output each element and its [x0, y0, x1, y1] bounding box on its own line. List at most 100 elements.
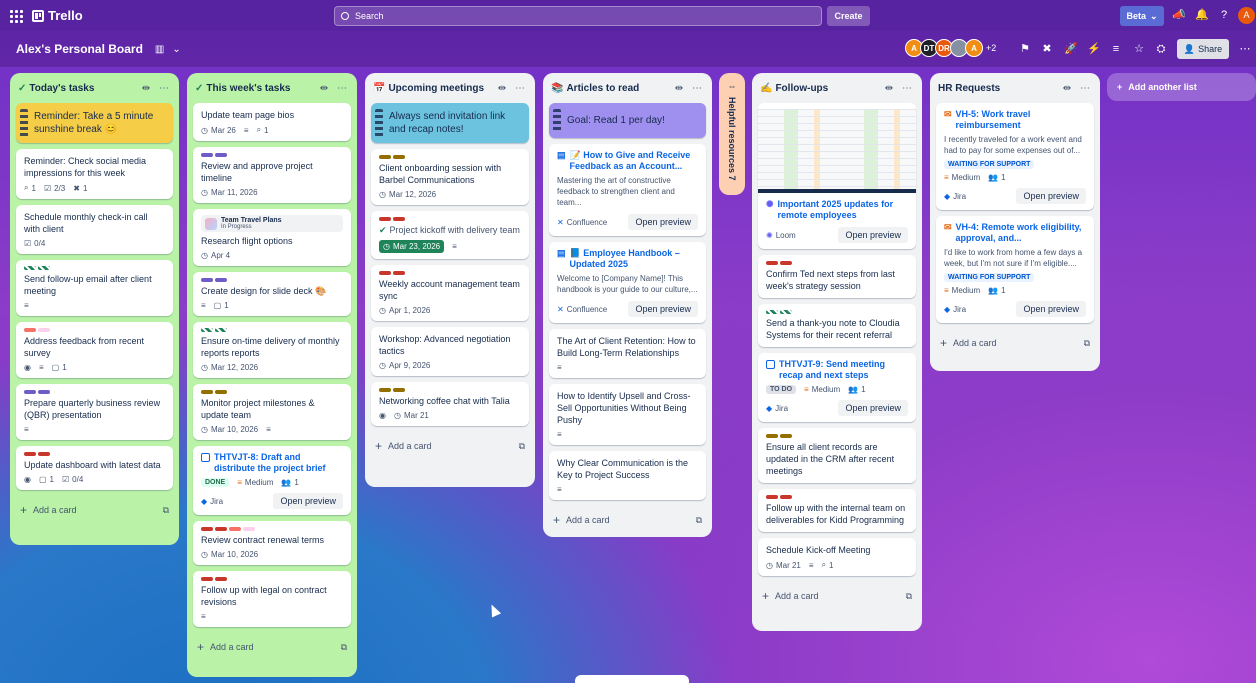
template-icon[interactable]: ⧉ [1084, 338, 1090, 349]
add-card-button[interactable]: + Add a card ⧉ [193, 633, 351, 661]
collapse-icon[interactable]: ⇹ [317, 83, 331, 94]
list-item[interactable]: How to Identify Upsell and Cross-Sell Op… [549, 384, 706, 445]
list-item[interactable]: THTVJT-8: Draft and distribute the proje… [193, 446, 351, 515]
add-card-button[interactable]: + Add a card ⧉ [549, 506, 706, 534]
list-item[interactable]: Create design for slide deck 🎨 ≡ ▢ 1 [193, 272, 351, 316]
help-icon[interactable]: ? [1217, 8, 1231, 22]
list-item[interactable]: Update dashboard with latest data ◉ ▢ 1 ☑ 0/… [16, 446, 173, 490]
add-list-button[interactable]: + Add another list [1107, 73, 1256, 101]
automation-icon[interactable]: ⚡ [1087, 42, 1101, 56]
list-item[interactable]: Always send invitation link and recap no… [371, 103, 529, 143]
template-icon[interactable]: ⧉ [163, 505, 169, 516]
open-preview-button[interactable]: Open preview [838, 227, 908, 243]
list-item[interactable]: Ensure all client records are updated in… [758, 428, 916, 483]
share-button[interactable]: 👤 Share [1177, 39, 1229, 59]
confluence-icon[interactable]: ✖ [1040, 42, 1054, 56]
expand-icon[interactable]: ⇔ [728, 81, 737, 91]
more-icon[interactable]: ⋯ [900, 83, 914, 94]
more-icon[interactable]: ⋯ [1078, 83, 1092, 94]
list-item[interactable]: THTVJT-9: Send meeting recap and next st… [758, 353, 916, 422]
visibility-icon[interactable]: ⛭ [1154, 42, 1168, 56]
list-item[interactable]: Send a thank-you note to Cloudia Systems… [758, 304, 916, 347]
collapse-icon[interactable]: ⇹ [1060, 83, 1074, 94]
more-icon[interactable]: ⋯ [690, 83, 704, 94]
list-item[interactable]: Follow up with the internal team on deli… [758, 489, 916, 532]
list-title[interactable]: Upcoming meetings [388, 83, 491, 94]
list-item[interactable]: Weekly account management team sync ◷ Apr… [371, 265, 529, 321]
list-item[interactable]: Review contract renewal terms ◷ Mar 10, 2… [193, 521, 351, 565]
more-icon[interactable]: ⋯ [513, 83, 527, 94]
list-item[interactable]: Client onboarding session with Barbel Co… [371, 149, 529, 205]
template-icon[interactable]: ⧉ [519, 441, 525, 452]
list-item[interactable]: Follow up with legal on contract revisio… [193, 571, 351, 627]
template-icon[interactable]: ⧉ [696, 515, 702, 526]
add-card-button[interactable]: + Add a card ⧉ [758, 582, 916, 610]
list-item[interactable]: Ensure on-time delivery of monthly repor… [193, 322, 351, 378]
bottom-switcher-tab[interactable] [575, 675, 689, 683]
add-card-button[interactable]: + Add a card ⧉ [371, 432, 529, 460]
list-header[interactable]: ✓ This week's tasks ⇹ ⋯ [193, 79, 351, 97]
open-preview-button[interactable]: Open preview [628, 214, 698, 230]
list-item[interactable]: Networking coffee chat with Talia ◉ ◷ Mar … [371, 382, 529, 426]
search-input[interactable]: Search [334, 6, 822, 26]
open-preview-button[interactable]: Open preview [628, 301, 698, 317]
more-icon[interactable]: ⋯ [157, 83, 171, 94]
list-header[interactable]: HR Requests ⇹ ⋯ [936, 79, 1094, 97]
add-card-button[interactable]: + Add a card ⧉ [16, 496, 173, 524]
list-title[interactable]: This week's tasks [206, 83, 313, 94]
collapse-icon[interactable]: ⇹ [672, 83, 686, 94]
board-view-icon[interactable]: ▥ [155, 44, 164, 55]
list-header[interactable]: 📚 Articles to read ⇹ ⋯ [549, 79, 706, 97]
list-title[interactable]: Follow-ups [775, 83, 878, 94]
open-preview-button[interactable]: Open preview [1016, 188, 1086, 204]
power-ups-icon[interactable]: ⚑ [1018, 42, 1032, 56]
more-icon[interactable]: ⋯ [1238, 42, 1252, 56]
filter-icon[interactable]: ≡ [1109, 42, 1123, 56]
list-item[interactable]: Address feedback from recent survey ◉ ≡ ▢ 1 [16, 322, 173, 378]
list-item[interactable]: Workshop: Advanced negotiation tactics ◷… [371, 327, 529, 376]
template-icon[interactable]: ⧉ [906, 591, 912, 602]
board-members[interactable]: A DT DR A +2 [905, 39, 996, 57]
list-item[interactable]: Team Travel Plans In Progress Research fl… [193, 209, 351, 266]
list-item[interactable]: ▤ 📝 How to Give and Receive Feedback as a… [549, 144, 706, 236]
list-item[interactable]: Review and approve project timeline ◷ Mar… [193, 147, 351, 203]
list-helpful-resources-collapsed[interactable]: ⇔ Helpful resources 7 [719, 73, 745, 195]
list-item[interactable]: Reminder: Check social media impressions… [16, 149, 173, 199]
more-icon[interactable]: ⋯ [335, 83, 349, 94]
app-switcher-icon[interactable] [8, 8, 24, 24]
collapse-icon[interactable]: ⇹ [495, 83, 509, 94]
list-item[interactable]: The Art of Client Retention: How to Buil… [549, 329, 706, 378]
beta-button[interactable]: Beta ⌄ [1120, 6, 1164, 26]
list-item[interactable]: Why Clear Communication is the Key to Pr… [549, 451, 706, 500]
list-item[interactable]: Confirm Ted next steps from last week's … [758, 255, 916, 298]
open-preview-button[interactable]: Open preview [838, 400, 908, 416]
template-icon[interactable]: ⧉ [341, 642, 347, 653]
open-preview-button[interactable]: Open preview [273, 493, 343, 509]
trello-logo[interactable]: Trello [32, 8, 83, 23]
list-item[interactable]: Update team page bios ◷ Mar 26 ≡ ⌕ 1 [193, 103, 351, 141]
megaphone-icon[interactable]: 📣 [1172, 8, 1186, 22]
open-preview-button[interactable]: Open preview [1016, 301, 1086, 317]
list-item[interactable]: Monitor project milestones & update team… [193, 384, 351, 440]
list-header[interactable]: ✓ Today's tasks ⇹ ⋯ [16, 79, 173, 97]
collapse-icon[interactable]: ⇹ [882, 83, 896, 94]
list-header[interactable]: ✍ Follow-ups ⇹ ⋯ [758, 79, 916, 97]
list-item[interactable]: Schedule Kick-off Meeting ◷ Mar 21 ≡ ⌕ 1 [758, 538, 916, 576]
user-avatar[interactable]: A [1238, 7, 1255, 24]
member-avatar[interactable]: A [965, 39, 983, 57]
list-item[interactable]: ✉ VH-5: Work travel reimbursement I recen… [936, 103, 1094, 210]
board-title[interactable]: Alex's Personal Board [16, 42, 143, 56]
members-more-count[interactable]: +2 [986, 43, 996, 53]
list-item[interactable]: Schedule monthly check-in call with clie… [16, 205, 173, 254]
add-card-button[interactable]: + Add a card ⧉ [936, 329, 1094, 357]
list-item[interactable]: Reminder: Take a 5 minute sunshine break… [16, 103, 173, 143]
list-item[interactable]: ✺ Important 2025 updates for remote emplo… [758, 103, 916, 249]
linked-card-preview[interactable]: Team Travel Plans In Progress [201, 215, 343, 232]
chevron-down-icon[interactable]: ⌄ [172, 44, 180, 55]
star-icon[interactable]: ☆ [1132, 42, 1146, 56]
list-item[interactable]: ✔ Project kickoff with delivery team ◷ Mar… [371, 211, 529, 259]
create-button[interactable]: Create [827, 6, 870, 26]
list-title[interactable]: HR Requests [938, 83, 1056, 94]
list-item[interactable]: Prepare quarterly business review (QBR) … [16, 384, 173, 440]
list-item[interactable]: Goal: Read 1 per day! [549, 103, 706, 138]
